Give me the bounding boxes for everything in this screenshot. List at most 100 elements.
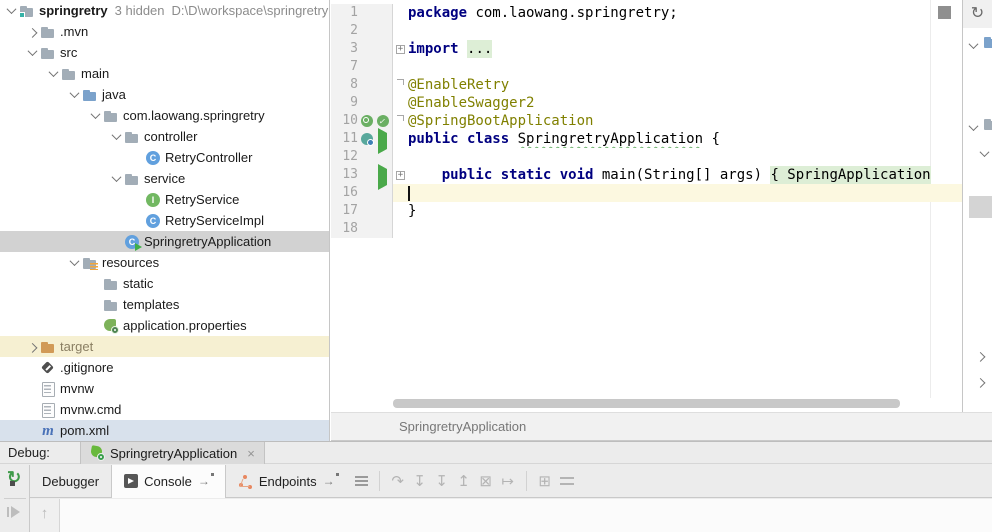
code-line-text: [393, 220, 962, 238]
fold-marker-icon[interactable]: [393, 112, 408, 130]
tree-indent-spacer: [88, 318, 103, 333]
fold-column: [393, 148, 408, 166]
tree-item[interactable]: controller: [0, 126, 329, 147]
tree-item[interactable]: static: [0, 273, 329, 294]
chevron-down-icon[interactable]: [67, 87, 82, 102]
debug-left-toolbar: ↻: [0, 465, 30, 532]
layout-settings-icon[interactable]: [556, 471, 578, 491]
debug-tab-endpoints[interactable]: Endpoints→: [226, 465, 350, 498]
rerun-icon[interactable]: ↻: [7, 469, 21, 486]
gutter-icons: [358, 130, 393, 148]
editor-gutter: 11: [331, 130, 393, 148]
evaluate-expression-icon[interactable]: ⊞: [534, 471, 556, 491]
chevron-right-icon[interactable]: [973, 374, 988, 389]
tree-item[interactable]: templates: [0, 294, 329, 315]
menu-icon[interactable]: [350, 471, 372, 491]
tree-item[interactable]: application.properties: [0, 315, 329, 336]
step-out-icon[interactable]: ↥: [453, 471, 475, 491]
chevron-right-icon[interactable]: [25, 339, 40, 354]
tree-item-label: mvnw: [60, 381, 94, 396]
gutter-icons: [358, 76, 393, 94]
breadcrumb-item[interactable]: SpringretryApplication: [399, 419, 526, 434]
chevron-down-icon[interactable]: [966, 38, 981, 53]
spring-boot-icon: [90, 446, 104, 460]
inspection-status-square[interactable]: [938, 6, 951, 19]
tree-item[interactable]: mvnw.cmd: [0, 399, 329, 420]
fold-marker-icon[interactable]: [393, 76, 408, 94]
gutter-icons: [358, 148, 393, 166]
spring-check-icon[interactable]: [376, 114, 391, 128]
fold-marker-icon[interactable]: +: [393, 40, 408, 58]
tree-item[interactable]: resources: [0, 252, 329, 273]
side-panel-selected-row[interactable]: [969, 196, 992, 218]
tree-item[interactable]: IRetryService: [0, 189, 329, 210]
chevron-right-icon[interactable]: [25, 24, 40, 39]
ide-window: springretry 3 hidden D:\D\workspace\spri…: [0, 0, 992, 532]
tree-item[interactable]: service: [0, 168, 329, 189]
spring-bean-icon[interactable]: [360, 132, 375, 146]
chevron-down-icon[interactable]: [88, 108, 103, 123]
tree-item[interactable]: mvnw: [0, 378, 329, 399]
tree-root-row[interactable]: springretry 3 hidden D:\D\workspace\spri…: [0, 0, 329, 21]
chevron-down-icon[interactable]: [109, 171, 124, 186]
debug-session-tab[interactable]: SpringretryApplication ×: [80, 442, 265, 464]
tree-item[interactable]: CSpringretryApplication: [0, 231, 329, 252]
close-icon[interactable]: ×: [247, 447, 255, 460]
tree-item[interactable]: .mvn: [0, 21, 329, 42]
toolbar-separator: [526, 471, 527, 491]
tree-item[interactable]: CRetryServiceImpl: [0, 210, 329, 231]
tree-item[interactable]: CRetryController: [0, 147, 329, 168]
chevron-down-icon[interactable]: [67, 255, 82, 270]
drop-frame-icon[interactable]: ⊠: [475, 471, 497, 491]
tree-item[interactable]: mpom.xml: [0, 420, 329, 441]
tree-item-label: .gitignore: [60, 360, 113, 375]
folder-icon: [124, 129, 140, 145]
maven-side-panel: ↻: [962, 0, 992, 412]
code-line: 17}: [331, 202, 962, 220]
tree-item[interactable]: main: [0, 63, 329, 84]
tree-indent-spacer: [109, 234, 124, 249]
code-editor[interactable]: 1package com.laowang.springretry;23+impo…: [331, 0, 962, 412]
step-over-icon[interactable]: ↷: [387, 471, 409, 491]
interface-icon: I: [146, 193, 160, 207]
chevron-down-icon[interactable]: [966, 120, 981, 135]
resume-program-icon[interactable]: [7, 506, 23, 518]
spring-search-icon[interactable]: [360, 114, 375, 128]
fold-marker-icon[interactable]: +: [393, 166, 408, 184]
pin-to-tab-icon[interactable]: →: [198, 474, 210, 488]
tree-item[interactable]: .gitignore: [0, 357, 329, 378]
tree-item[interactable]: target: [0, 336, 329, 357]
run-to-cursor-icon[interactable]: ↦: [497, 471, 519, 491]
force-step-into-icon[interactable]: ↧: [431, 471, 453, 491]
git-icon: [40, 360, 56, 376]
debug-tab-console[interactable]: Console→: [111, 465, 226, 498]
step-into-icon[interactable]: ↧: [409, 471, 431, 491]
chevron-right-icon[interactable]: [973, 348, 988, 363]
tree-indent-spacer: [88, 276, 103, 291]
chevron-down-icon[interactable]: [4, 3, 19, 18]
gutter-icons: [358, 184, 393, 202]
chevron-down-icon[interactable]: [25, 45, 40, 60]
tree-indent-spacer: [130, 150, 145, 165]
run-icon[interactable]: [376, 168, 391, 182]
editor-horizontal-scrollbar[interactable]: [393, 399, 900, 408]
debug-tab-debugger[interactable]: Debugger: [30, 465, 111, 498]
fold-column: [393, 4, 408, 22]
code-line-text: @EnableSwagger2: [393, 94, 962, 112]
chevron-down-icon[interactable]: [46, 66, 61, 81]
tree-item[interactable]: com.laowang.springretry: [0, 105, 329, 126]
up-the-stack-trace-icon[interactable]: ↑: [41, 505, 49, 532]
pin-to-tab-icon[interactable]: →: [323, 474, 335, 488]
refresh-icon[interactable]: ↻: [971, 6, 984, 22]
code-line: 1package com.laowang.springretry;: [331, 4, 962, 22]
tree-indent-spacer: [25, 381, 40, 396]
run-icon[interactable]: [376, 132, 391, 146]
chevron-down-icon[interactable]: [109, 129, 124, 144]
editor-gutter: 8: [331, 76, 393, 94]
debug-tab-label: Debugger: [42, 474, 99, 489]
tree-item[interactable]: java: [0, 84, 329, 105]
chevron-down-icon[interactable]: [977, 146, 992, 161]
side-panel-toolbar: ↻: [963, 0, 992, 28]
folder-icon: [983, 116, 992, 132]
tree-item[interactable]: src: [0, 42, 329, 63]
